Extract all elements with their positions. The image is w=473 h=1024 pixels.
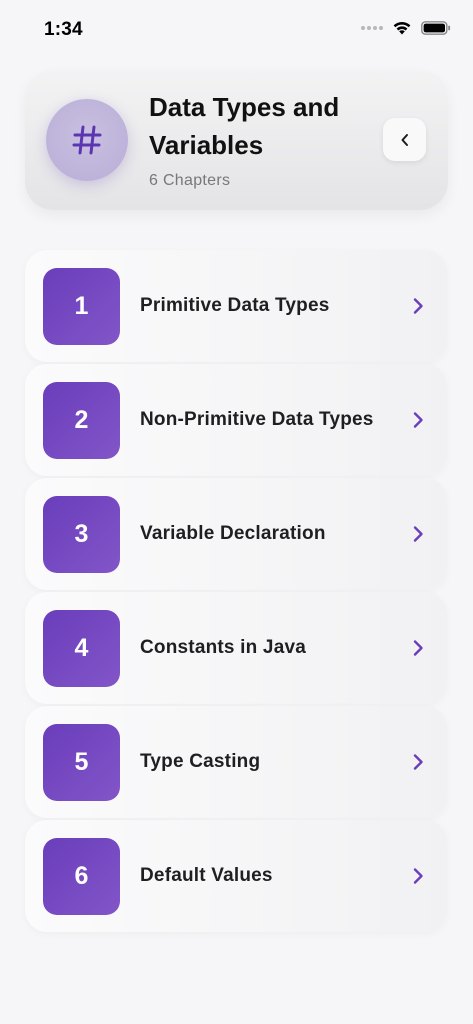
chapter-item-2[interactable]: 2 Non-Primitive Data Types <box>25 364 447 476</box>
chevron-right-icon <box>413 754 423 770</box>
chapter-item-6[interactable]: 6 Default Values <box>25 820 447 932</box>
chapter-title: Default Values <box>140 865 273 886</box>
chapter-number: 1 <box>43 268 120 345</box>
chevron-left-icon <box>401 133 408 146</box>
chapter-number: 3 <box>43 496 120 573</box>
chapter-title: Variable Declaration <box>140 523 326 544</box>
chapter-title: Constants in Java <box>140 637 307 658</box>
status-icons <box>361 20 451 35</box>
battery-icon <box>421 20 451 35</box>
chapter-item-3[interactable]: 3 Variable Declaration <box>25 478 447 590</box>
chapter-number: 4 <box>43 610 120 687</box>
page-title: Data Types and Variables <box>149 92 340 160</box>
hash-icon <box>72 125 102 155</box>
wifi-icon <box>393 21 411 35</box>
status-bar: 1:34 <box>0 0 473 60</box>
chapter-count: 6 Chapters <box>149 172 231 189</box>
header-card: Data Types and Variables 6 Chapters <box>25 70 448 210</box>
status-time: 1:34 <box>44 19 83 40</box>
chapter-item-4[interactable]: 4 Constants in Java <box>25 592 447 704</box>
chapter-item-1[interactable]: 1 Primitive Data Types <box>25 250 447 362</box>
chapter-title: Non-Primitive Data Types <box>140 409 374 430</box>
chapter-title: Primitive Data Types <box>140 295 330 316</box>
chapter-number: 5 <box>43 724 120 801</box>
cellular-signal-icon <box>361 25 383 30</box>
chevron-right-icon <box>413 298 423 314</box>
chapter-item-5[interactable]: 5 Type Casting <box>25 706 447 818</box>
header-icon <box>46 99 128 181</box>
chevron-right-icon <box>413 640 423 656</box>
back-button[interactable] <box>383 118 426 161</box>
chapter-title: Type Casting <box>140 751 261 772</box>
chevron-right-icon <box>413 526 423 542</box>
chevron-right-icon <box>413 868 423 884</box>
chapter-number: 2 <box>43 382 120 459</box>
chapter-number: 6 <box>43 838 120 915</box>
chevron-right-icon <box>413 412 423 428</box>
